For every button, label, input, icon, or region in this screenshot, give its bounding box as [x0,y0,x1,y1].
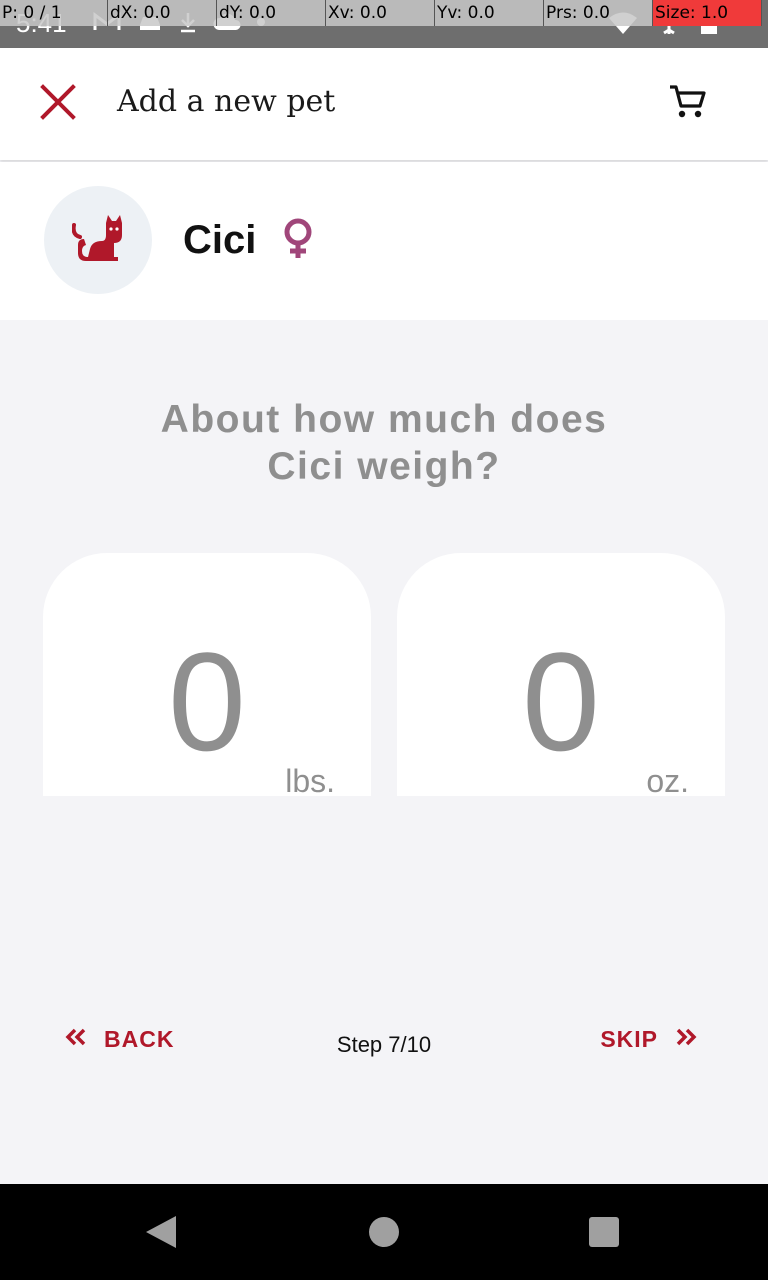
pointer-debug-overlay: P: 0 / 1 dX: 0.0 dY: 0.0 Xv: 0.0 Yv: 0.0… [0,0,768,26]
question-line-2: Cici weigh? [267,445,501,488]
ounces-picker[interactable]: 0 oz. [397,553,725,796]
cart-button[interactable] [660,76,716,132]
question-line-1: About how much does [160,398,608,441]
debug-yv: Yv: 0.0 [435,0,544,26]
pounds-picker[interactable]: 0 lbs. [43,553,371,796]
debug-xv: Xv: 0.0 [326,0,435,26]
close-icon [40,83,76,125]
app-bar: Add a new pet [0,48,768,160]
female-icon [280,218,316,265]
debug-dy: dY: 0.0 [217,0,326,26]
close-button[interactable] [30,76,86,132]
debug-size: Size: 1.0 [653,0,762,26]
nav-home-icon[interactable] [369,1217,399,1247]
pet-header: Cici [0,162,768,320]
debug-dx: dX: 0.0 [108,0,217,26]
system-nav-bar [0,1184,768,1280]
cart-icon [669,84,707,125]
pounds-unit: lbs. [285,763,335,796]
pounds-value[interactable]: 0 [43,627,371,777]
page-title: Add a new pet [117,84,336,119]
double-chevron-right-icon [674,1026,698,1053]
pet-name: Cici [183,218,257,262]
debug-prs: Prs: 0.0 [544,0,653,26]
pet-avatar [44,186,152,294]
ounces-unit: oz. [646,763,689,796]
nav-back-icon[interactable] [144,1214,178,1255]
weight-question: About how much does Cici weigh? [84,396,684,490]
skip-button[interactable]: SKIP [600,1026,698,1053]
skip-label: SKIP [600,1026,658,1052]
debug-pointer: P: 0 / 1 [0,0,108,26]
ounces-value[interactable]: 0 [397,627,725,777]
cat-icon [71,214,124,266]
status-bar: 5:41 P: 0 / 1 dX: 0.0 dY: 0.0 Xv [0,0,768,48]
nav-recents-icon[interactable] [589,1217,619,1247]
